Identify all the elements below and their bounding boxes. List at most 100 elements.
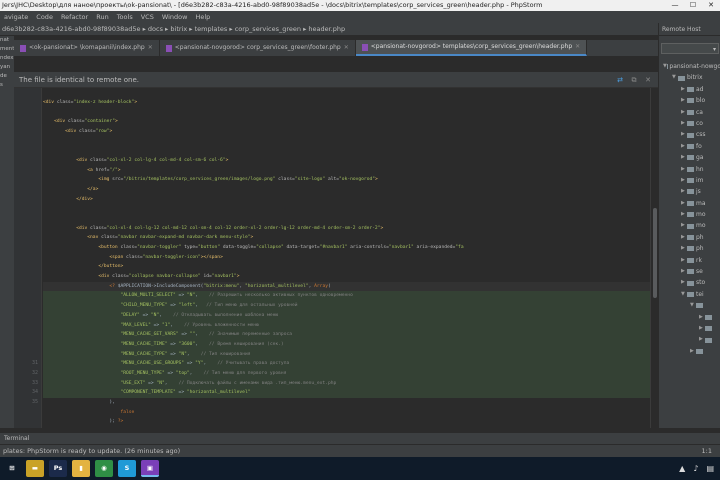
editor-tab-index[interactable]: <ok-pansionat> \komapanii\index.php ✕ xyxy=(14,40,160,56)
code-line[interactable] xyxy=(43,146,650,156)
project-item[interactable]: nat xyxy=(0,36,14,45)
terminal-tab[interactable]: Terminal xyxy=(4,435,29,442)
code-line[interactable] xyxy=(43,88,650,98)
menu-refactor[interactable]: Refactor xyxy=(57,11,92,23)
code-line[interactable]: "USE_EXT" => "N", // Подключать файлы с … xyxy=(43,378,650,389)
remote-server-select[interactable]: ▾ xyxy=(661,43,719,54)
remote-tree-node[interactable]: ▶ ph xyxy=(659,232,720,243)
maximize-button[interactable]: ☐ xyxy=(684,0,702,11)
menu-navigate[interactable]: avigate xyxy=(0,11,32,23)
volume-icon[interactable]: ♪ xyxy=(693,464,698,473)
remote-tree-node[interactable]: ▶ ca xyxy=(659,107,720,118)
editor-tab-header[interactable]: <pansionat-novgorod> templates\corp_serv… xyxy=(355,40,588,56)
menu-window[interactable]: Window xyxy=(158,11,192,23)
code-line[interactable] xyxy=(43,204,650,214)
code-line[interactable]: <nav class="navbar navbar-expand-md navb… xyxy=(43,233,650,243)
code-line[interactable]: <? $APPLICATION->IncludeComponent("bitri… xyxy=(43,281,650,292)
code-line[interactable]: <div class="index-z header-block"> xyxy=(43,98,650,108)
project-item[interactable]: ndex xyxy=(0,54,14,63)
code-line[interactable]: <div class="collapse navbar-collapse" id… xyxy=(43,272,650,282)
code-line[interactable]: <div class="col-xl-2 col-lg-4 col-md-4 c… xyxy=(43,156,650,166)
code-line[interactable]: "ALLOW_MULTI_SELECT" => "N", // Разрешит… xyxy=(43,291,650,302)
code-line[interactable] xyxy=(43,214,650,224)
code-line[interactable]: "MAX_LEVEL" => "1", // Уровень вложеннос… xyxy=(43,320,650,331)
sync-icon[interactable]: ⇄ xyxy=(616,72,624,88)
remote-tree-node[interactable]: ▼ xyxy=(659,300,720,311)
remote-tree-node[interactable]: ▶ sto xyxy=(659,277,720,288)
keyboard-icon[interactable]: ▤ xyxy=(706,464,714,473)
remote-tree-node[interactable]: ▶ ga xyxy=(659,152,720,163)
menu-help[interactable]: Help xyxy=(191,11,214,23)
code-line[interactable]: <div class="col-xl-4 col-lg-12 col-md-12… xyxy=(43,224,650,234)
code-line[interactable]: "COMPONENT_TEMPLATE" => "horizontal_mult… xyxy=(43,388,650,398)
close-notice-icon[interactable]: ✕ xyxy=(644,72,652,88)
editor-scrollbar[interactable] xyxy=(650,88,658,428)
code-line[interactable]: <div class="container"> xyxy=(43,117,650,127)
close-button[interactable]: ✕ xyxy=(702,0,720,11)
code-line[interactable]: "MENU_CACHE_TIME" => "3600", // Время ке… xyxy=(43,339,650,350)
code-line[interactable]: <button class="navbar-toggler" type="but… xyxy=(43,243,650,253)
code-line[interactable]: "MENU_CACHE_GET_VARS" => "", // Значимые… xyxy=(43,330,650,340)
menu-run[interactable]: Run xyxy=(92,11,112,23)
code-line[interactable]: false xyxy=(43,408,650,418)
remote-tree-node[interactable]: ▶ fo xyxy=(659,141,720,152)
code-line[interactable]: "MENU_CACHE_USE_GROUPS" => "Y", // Учиты… xyxy=(43,359,650,369)
chrome-icon[interactable]: ◉ xyxy=(95,460,113,477)
remote-tree-node[interactable]: ▶ mo xyxy=(659,209,720,220)
code-line[interactable]: <span class="navbar-toggler-icon"></span… xyxy=(43,253,650,263)
remote-tree-node[interactable]: ▶ hn xyxy=(659,164,720,175)
menu-code[interactable]: Code xyxy=(32,11,57,23)
code-line[interactable]: <img src="/bitrix/templates/corp_service… xyxy=(43,175,650,185)
code-line[interactable]: </div> xyxy=(43,195,650,205)
close-tab-icon[interactable]: ✕ xyxy=(575,40,580,55)
close-tab-icon[interactable]: ✕ xyxy=(344,40,349,56)
code-line[interactable] xyxy=(43,107,650,117)
remote-tree-node[interactable]: ▶ mo xyxy=(659,220,720,231)
code-line[interactable]: </button> xyxy=(43,262,650,272)
start-button[interactable]: ⊞ xyxy=(3,460,21,477)
remote-tree-node[interactable]: ▼ bitrix xyxy=(659,72,720,83)
menu-tools[interactable]: Tools xyxy=(113,11,137,23)
remote-tree-node[interactable]: ▼ pansionat-nowgo xyxy=(659,61,720,72)
code-line[interactable]: <div class="row"> xyxy=(43,127,650,137)
remote-tree-node[interactable]: ▶ xyxy=(659,323,720,334)
remote-tree-node[interactable]: ▶ xyxy=(659,312,720,323)
remote-tree-node[interactable]: ▶ se xyxy=(659,266,720,277)
photoshop-icon[interactable]: Ps xyxy=(49,460,67,477)
remote-tree-node[interactable]: ▶ ad xyxy=(659,84,720,95)
remote-tree-node[interactable]: ▶ rk xyxy=(659,255,720,266)
code-line[interactable]: ), xyxy=(43,398,650,408)
remote-tree-node[interactable]: ▶ ma xyxy=(659,198,720,209)
remote-tree-node[interactable]: ▶ xyxy=(659,346,720,357)
code-editor[interactable]: <div class="index-z header-block"> <div … xyxy=(43,88,650,428)
code-line[interactable] xyxy=(43,136,650,146)
remote-tree-node[interactable]: ▶ co xyxy=(659,118,720,129)
project-item[interactable]: ment xyxy=(0,45,14,54)
remote-tree-node[interactable]: ▶ im xyxy=(659,175,720,186)
code-line[interactable]: "ROOT_MENU_TYPE" => "top", // Тип меню д… xyxy=(43,368,650,379)
editor-tab-footer[interactable]: <pansionat-novgorod> corp_services_green… xyxy=(160,40,356,56)
code-line[interactable]: </a> xyxy=(43,185,650,195)
file-explorer-icon[interactable]: ▬ xyxy=(26,460,44,477)
code-line[interactable]: "CHILD_MENU_TYPE" => "left", // Тип меню… xyxy=(43,301,650,311)
scrollbar-thumb[interactable] xyxy=(653,208,657,298)
close-tab-icon[interactable]: ✕ xyxy=(148,40,153,56)
folder-icon[interactable]: ▮ xyxy=(72,460,90,477)
remote-tree-node[interactable]: ▶ xyxy=(659,334,720,345)
remote-tree-node[interactable]: ▶ css xyxy=(659,129,720,140)
code-line[interactable]: "MENU_CACHE_TYPE" => "N", // Тип кеширов… xyxy=(43,349,650,360)
show-hidden-icons-icon[interactable]: ▲ xyxy=(679,464,685,473)
remote-tree-node[interactable]: ▼ tei xyxy=(659,289,720,300)
code-line[interactable]: </div> xyxy=(43,427,650,428)
compare-icon[interactable]: ⧉ xyxy=(630,72,638,88)
code-line[interactable]: "DELAY" => "N", // Откладывать выполнени… xyxy=(43,310,650,321)
code-line[interactable]: ); ?> xyxy=(43,417,650,427)
breadcrumb[interactable]: d6e3b282-c83a-4216-abd0-98f89038ad5e ▸ d… xyxy=(2,25,345,33)
remote-tree-node[interactable]: ▶ ph xyxy=(659,243,720,254)
project-item[interactable]: s xyxy=(0,81,14,90)
remote-tree-node[interactable]: ▶ js xyxy=(659,186,720,197)
remote-tree-node[interactable]: ▶ blo xyxy=(659,95,720,106)
menu-vcs[interactable]: VCS xyxy=(137,11,158,23)
project-item[interactable]: yan xyxy=(0,63,14,72)
minimize-button[interactable]: — xyxy=(666,0,684,11)
